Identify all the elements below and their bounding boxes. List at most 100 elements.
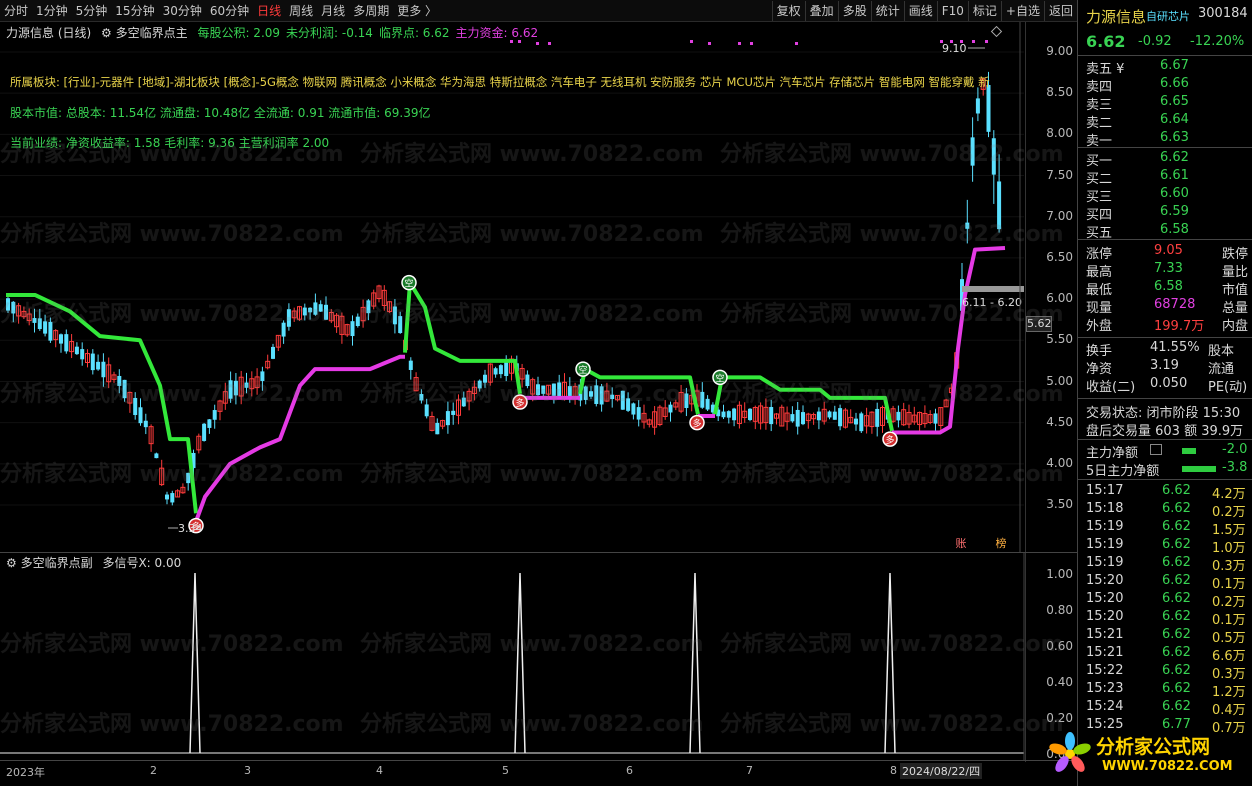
bid-row[interactable]: 买一 6.62 (1078, 150, 1252, 169)
candle-body (355, 316, 360, 327)
candle-body (997, 181, 1002, 230)
account-badge[interactable]: 账 (948, 535, 974, 551)
toolbar-button[interactable]: 多股 (837, 0, 871, 21)
toolbar-button[interactable]: 叠加 (804, 0, 838, 21)
main-net5-bar (1182, 466, 1216, 472)
stat-row: 净资 3.19 流通 (1078, 358, 1252, 377)
ask-row[interactable]: 卖四 6.66 (1078, 76, 1252, 95)
period-tab[interactable]: 1分钟 (32, 2, 72, 19)
buy-signal-badge[interactable]: 多 (882, 431, 898, 447)
stock-tag[interactable]: 自研芯片 (1146, 8, 1190, 24)
period-tab[interactable]: 15分钟 (111, 2, 158, 19)
toolbar-button[interactable]: 画线 (903, 0, 937, 21)
list-icon[interactable] (1150, 444, 1162, 455)
ask-price: 6.66 (1160, 76, 1189, 91)
buy-signal-badge[interactable]: 多 (689, 414, 705, 431)
price-change: -0.92 (1138, 34, 1172, 49)
signal-canvas[interactable] (0, 553, 1077, 761)
stock-title: 力源信息 (日线) (6, 26, 92, 40)
period-tab[interactable]: 日线 (253, 2, 285, 19)
signal-dot (536, 42, 539, 45)
gear-icon[interactable]: ⚙ (6, 556, 17, 570)
range-box (962, 286, 1024, 292)
kline-canvas[interactable]: 空空空多多多多9.103.346.11 - 6.20 (0, 22, 1077, 552)
period-tab[interactable]: 30分钟 (159, 2, 206, 19)
candle-body (748, 408, 752, 421)
date-axis-label: 4 (376, 764, 383, 777)
logo-url: WWW.70822.COM (1102, 759, 1233, 774)
period-tab[interactable]: 周线 (285, 2, 317, 19)
period-tab[interactable]: 月线 (317, 2, 349, 19)
candle-body (832, 411, 837, 420)
kline-main-chart[interactable]: 空空空多多多多 9.10 3.34 6.11 - 6.20 力源信息 (日线) ⚙ 多… (0, 22, 1077, 552)
tick-price: 6.62 (1162, 555, 1191, 570)
stock-name: 力源信息 (1086, 8, 1147, 26)
date-axis-label: 6 (626, 764, 633, 777)
candle-body (965, 222, 970, 229)
candle-body (483, 374, 487, 383)
candle-body (626, 398, 631, 411)
toolbar-button[interactable]: 标记 (967, 0, 1001, 21)
period-tab[interactable]: 更多 〉 (393, 2, 441, 19)
toolbar-button[interactable]: 统计 (870, 0, 904, 21)
period-tab[interactable]: 多周期 (349, 2, 393, 19)
main-net-bar (1182, 448, 1196, 454)
price-axis-label: 5.50 (1046, 332, 1073, 347)
toolbar-button[interactable]: F10 (936, 0, 968, 21)
candle-body (186, 472, 191, 484)
toolbar-button[interactable]: 返回 (1043, 0, 1077, 21)
tick-row: 15:22 6.62 0.3万 (1078, 663, 1252, 682)
bid-row[interactable]: 买四 6.59 (1078, 204, 1252, 223)
candle-body (435, 422, 440, 435)
candle-body (610, 394, 615, 400)
tick-row: 15:18 6.62 0.2万 (1078, 501, 1252, 520)
candle-body (117, 375, 122, 386)
tick-price: 6.62 (1162, 663, 1191, 678)
candle-body (461, 397, 466, 407)
tick-row: 15:21 6.62 6.6万 (1078, 645, 1252, 664)
sell-signal-badge[interactable]: 空 (712, 369, 728, 386)
candle-body (991, 138, 996, 175)
buy-signal-badge[interactable]: 多 (512, 394, 528, 410)
candle-body (875, 408, 880, 427)
tick-time: 15:23 (1086, 681, 1124, 696)
toolbar-button[interactable]: +自选 (1000, 0, 1044, 21)
gear-icon[interactable]: ⚙ (101, 26, 112, 40)
candle-body (64, 334, 69, 352)
ask-row[interactable]: 卖一 6.63 (1078, 130, 1252, 149)
sell-signal-badge[interactable]: 空 (575, 361, 591, 377)
buy-signal-spike (689, 572, 701, 754)
tick-row: 15:19 6.62 1.0万 (1078, 537, 1252, 556)
bid-row[interactable]: 买三 6.60 (1078, 186, 1252, 205)
bid-row[interactable]: 买五 6.58 (1078, 222, 1252, 241)
sell-signal-badge[interactable]: 空 (401, 274, 417, 291)
ask-row[interactable]: 卖二 6.64 (1078, 112, 1252, 131)
period-tab[interactable]: 分时 (0, 2, 32, 19)
ask-price: 6.63 (1160, 130, 1189, 145)
tick-price: 6.62 (1162, 483, 1191, 498)
price-axis-label: 7.00 (1046, 208, 1073, 223)
stat-label: 股本 (1208, 344, 1235, 359)
candle-body (318, 304, 323, 312)
candle-body (350, 321, 355, 337)
sub-indicator-name[interactable]: 多空临界点副 (21, 556, 93, 570)
candle-body (37, 318, 42, 330)
period-tab[interactable]: 60分钟 (206, 2, 253, 19)
tick-price: 6.62 (1162, 519, 1191, 534)
stat-row: 外盘 199.7万 内盘 (1078, 315, 1252, 334)
toolbar-button[interactable]: 复权 (771, 0, 805, 21)
candle-body (854, 418, 858, 425)
candle-body (207, 419, 212, 428)
indicator-value: 临界点: 6.62 (378, 26, 450, 40)
ask-row[interactable]: 卖五 ¥ 6.67 (1078, 58, 1252, 77)
stat-label: 最低 (1086, 283, 1113, 298)
tick-volume: 1.0万 (1212, 541, 1246, 556)
signal-sub-chart[interactable]: ⚙ 多空临界点副 多信号X: 0.00 1.00 0.80 0.60 0.40 0.20… (0, 552, 1077, 762)
tick-price: 6.62 (1162, 591, 1191, 606)
rank-badge[interactable]: 榜 (990, 535, 1012, 551)
bid-row[interactable]: 买二 6.61 (1078, 168, 1252, 187)
stat-label: 外盘 (1086, 319, 1113, 334)
indicator-name[interactable]: 多空临界点主 (116, 26, 188, 40)
period-tab[interactable]: 5分钟 (72, 2, 112, 19)
ask-row[interactable]: 卖三 6.65 (1078, 94, 1252, 113)
